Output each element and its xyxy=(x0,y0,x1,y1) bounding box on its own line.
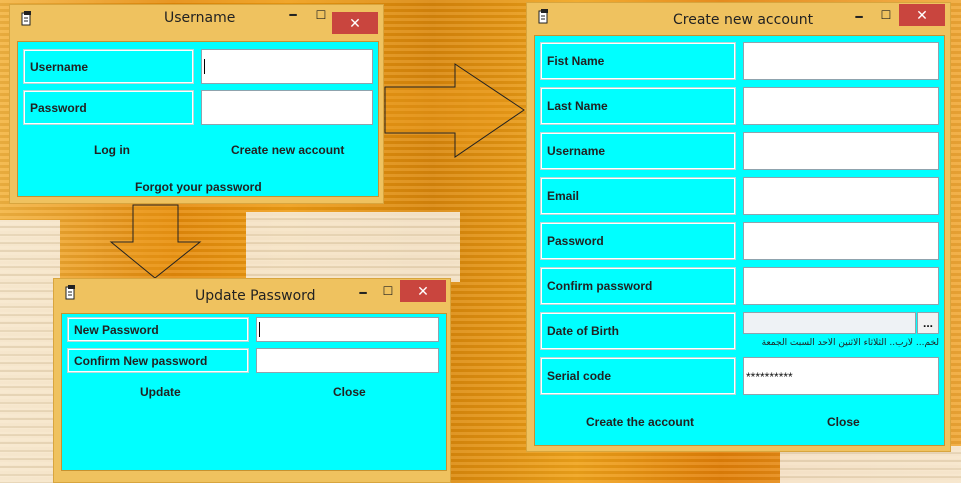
flow-arrow-down xyxy=(109,204,202,279)
username-label: Username xyxy=(23,49,194,84)
date-picker-button[interactable]: ... xyxy=(917,312,939,334)
maximize-icon[interactable]: ☐ xyxy=(874,5,898,25)
close-icon[interactable]: ✕ xyxy=(400,280,446,302)
maximize-icon[interactable]: ☐ xyxy=(309,5,333,25)
username-input[interactable] xyxy=(201,49,373,84)
password-input[interactable] xyxy=(743,222,939,260)
first-name-input[interactable] xyxy=(743,42,939,80)
serial-code-input[interactable]: ********** xyxy=(743,357,939,395)
confirm-new-password-label: Confirm New password xyxy=(67,348,249,373)
login-titlebar: Username ━ ☐ ✕ xyxy=(10,5,383,34)
close-button[interactable]: Close xyxy=(333,385,366,399)
last-name-input[interactable] xyxy=(743,87,939,125)
app-icon xyxy=(65,285,75,300)
first-name-label: Fist Name xyxy=(540,42,736,80)
maximize-icon[interactable]: ☐ xyxy=(376,281,400,301)
login-form: Username Password Log in Create new acco… xyxy=(17,41,379,197)
login-window: Username ━ ☐ ✕ Username Password Log in … xyxy=(9,4,384,204)
confirm-password-label: Confirm password xyxy=(540,267,736,305)
app-icon xyxy=(538,9,548,24)
window-title: Update Password xyxy=(195,288,316,304)
forgot-password-button[interactable]: Forgot your password xyxy=(135,180,262,194)
create-account-window: Create new account ━ ☐ ✕ Fist Name Last … xyxy=(526,2,951,452)
login-button[interactable]: Log in xyxy=(94,143,130,157)
create-account-submit-button[interactable]: Create the account xyxy=(586,415,694,429)
email-label: Email xyxy=(540,177,736,215)
confirm-password-input[interactable] xyxy=(743,267,939,305)
date-of-birth-label: Date of Birth xyxy=(540,312,736,350)
minimize-icon[interactable]: ━ xyxy=(351,283,375,303)
window-title: Create new account xyxy=(673,12,814,28)
email-input[interactable] xyxy=(743,177,939,215)
update-form: New Password Confirm New password Update… xyxy=(61,313,447,471)
create-titlebar: Create new account ━ ☐ ✕ xyxy=(527,3,950,29)
password-label: Password xyxy=(23,90,194,125)
confirm-new-password-input[interactable] xyxy=(256,348,439,373)
update-titlebar: Update Password ━ ☐ ✕ xyxy=(54,279,450,305)
close-button[interactable]: Close xyxy=(827,415,860,429)
minimize-icon[interactable]: ━ xyxy=(281,5,305,25)
new-password-input[interactable] xyxy=(256,317,439,342)
date-of-birth-input[interactable] xyxy=(743,312,916,334)
new-password-label: New Password xyxy=(67,317,249,342)
create-account-button[interactable]: Create new account xyxy=(231,143,344,157)
username-input[interactable] xyxy=(743,132,939,170)
create-account-form: Fist Name Last Name Username Email Passw… xyxy=(534,35,945,446)
close-icon[interactable]: ✕ xyxy=(332,12,378,34)
update-password-window: Update Password ━ ☐ ✕ New Password Confi… xyxy=(53,278,451,483)
close-icon[interactable]: ✕ xyxy=(899,4,945,26)
password-label: Password xyxy=(540,222,736,260)
window-title: Username xyxy=(164,10,236,26)
minimize-icon[interactable]: ━ xyxy=(847,7,871,27)
username-label: Username xyxy=(540,132,736,170)
password-input[interactable] xyxy=(201,90,373,125)
calendar-weekday-strip: لخم... لأرب.. الثلاثاء الاثنين الأحد الس… xyxy=(761,338,939,348)
serial-code-label: Serial code xyxy=(540,357,736,395)
last-name-label: Last Name xyxy=(540,87,736,125)
app-icon xyxy=(21,11,31,26)
update-button[interactable]: Update xyxy=(140,385,181,399)
flow-arrow-right xyxy=(384,63,525,158)
